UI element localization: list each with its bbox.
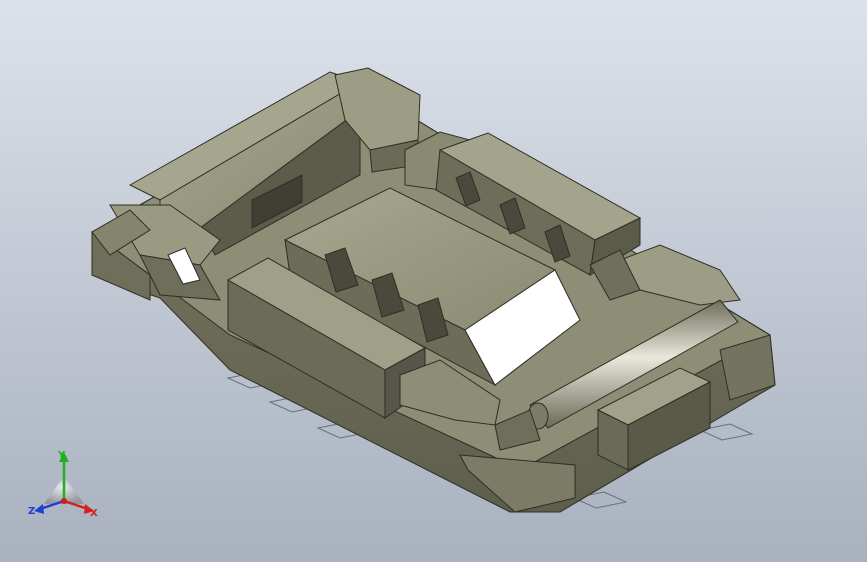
connector-3d-model[interactable] (0, 0, 867, 562)
triad-origin (61, 498, 67, 504)
3d-viewport[interactable]: Y X Z (0, 0, 867, 562)
y-axis-label: Y (57, 450, 66, 461)
z-axis-arrow (34, 504, 44, 514)
z-axis-label: Z (28, 506, 35, 517)
view-orientation-triad-icon[interactable]: Y X Z (24, 446, 104, 526)
x-axis-label: X (90, 508, 98, 519)
